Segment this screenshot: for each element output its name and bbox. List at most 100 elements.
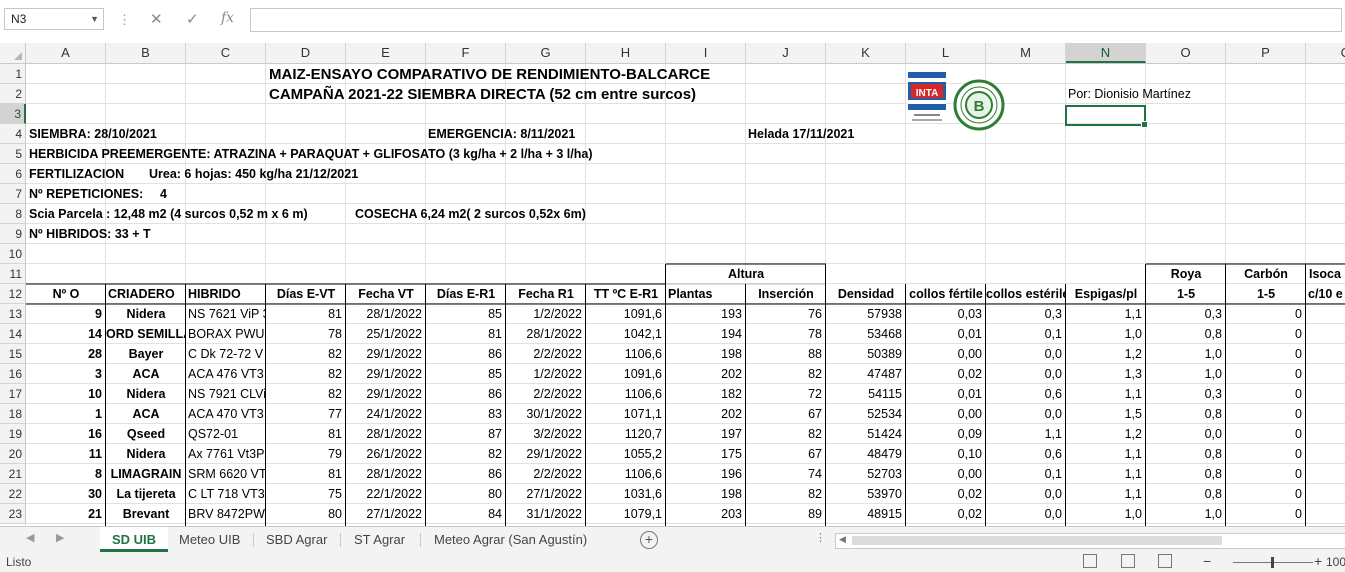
table-cell[interactable]: 81	[266, 304, 346, 324]
table-cell[interactable]: 47487	[826, 364, 906, 384]
page-break-icon[interactable]	[1158, 554, 1172, 568]
repeticiones-cell[interactable]: Nº REPETICIONES:	[29, 184, 143, 204]
table-cell[interactable]: 0,1	[986, 464, 1066, 484]
table-cell[interactable]: 0	[1226, 304, 1306, 324]
table-cell[interactable]	[1306, 404, 1345, 424]
col-header[interactable]: H	[586, 43, 666, 63]
cosecha-cell[interactable]: COSECHA 6,24 m2( 2 surcos 0,52x 6m)	[355, 204, 586, 224]
table-cell[interactable]: ACA	[106, 404, 186, 424]
table-cell[interactable]: 0	[1226, 364, 1306, 384]
table-cell[interactable]: 0,3	[986, 304, 1066, 324]
table-cell[interactable]: 28/1/2022	[506, 324, 586, 344]
table-cell[interactable]: C LT 718 VT3	[186, 484, 266, 504]
chevron-down-icon[interactable]: ▼	[90, 9, 99, 29]
row-header[interactable]: 6	[0, 164, 26, 184]
table-cell[interactable]: 29/1/2022	[346, 364, 426, 384]
table-cell[interactable]: NS 7621 ViP 3	[186, 304, 266, 324]
col-header[interactable]: M	[986, 43, 1066, 63]
table-cell[interactable]: 30	[26, 484, 106, 504]
header-cell[interactable]: Nº O	[26, 284, 106, 304]
row-header[interactable]: 9	[0, 224, 26, 244]
table-cell[interactable]	[1306, 484, 1345, 504]
header-cell[interactable]: Espigas/pl	[1066, 284, 1146, 304]
col-header-selected[interactable]: N	[1066, 43, 1146, 63]
table-cell[interactable]: 51424	[826, 424, 906, 444]
page-layout-icon[interactable]	[1121, 554, 1135, 568]
table-cell[interactable]: 1055,2	[586, 444, 666, 464]
table-cell[interactable]: 48479	[826, 444, 906, 464]
table-cell[interactable]: 1,2	[1066, 344, 1146, 364]
table-cell[interactable]: 24/1/2022	[346, 404, 426, 424]
table-cell[interactable]: 9	[26, 304, 106, 324]
table-cell[interactable]: ACA 476 VT3	[186, 364, 266, 384]
table-cell[interactable]: 1	[26, 404, 106, 424]
header-cell[interactable]: Inserción	[746, 284, 826, 304]
table-cell[interactable]: 0,0	[1146, 424, 1226, 444]
herbicida-cell[interactable]: HERBICIDA PREEMERGENTE: ATRAZINA + PARAQ…	[29, 144, 593, 164]
header-cell[interactable]: collos fértile	[906, 284, 986, 304]
header-cell[interactable]: 1-5	[1226, 284, 1306, 304]
col-header[interactable]: L	[906, 43, 986, 63]
table-cell[interactable]	[1306, 424, 1345, 444]
table-cell[interactable]: 2/2/2022	[506, 344, 586, 364]
header-cell[interactable]: Fecha R1	[506, 284, 586, 304]
add-sheet-icon[interactable]: +	[640, 531, 658, 549]
table-cell[interactable]: 1031,6	[586, 484, 666, 504]
tab-meteo-uib[interactable]: Meteo UIB	[167, 527, 252, 552]
table-cell[interactable]	[1306, 344, 1345, 364]
table-cell[interactable]: Ax 7761 Vt3P	[186, 444, 266, 464]
table-cell[interactable]: 31/1/2022	[506, 504, 586, 524]
table-cell[interactable]: QS72-01	[186, 424, 266, 444]
table-cell[interactable]: 3/2/2022	[506, 424, 586, 444]
tab-sbd-agrar[interactable]: SBD Agrar	[254, 527, 339, 552]
table-cell[interactable]: 1120,7	[586, 424, 666, 444]
tab-prev-icon[interactable]: ◀	[26, 531, 34, 544]
table-cell[interactable]: 1,0	[1066, 504, 1146, 524]
table-cell[interactable]: 0,0	[986, 404, 1066, 424]
table-cell[interactable]: 89	[746, 504, 826, 524]
table-cell[interactable]: 82	[426, 444, 506, 464]
table-cell[interactable]: 30/1/2022	[506, 404, 586, 424]
zoom-in-icon[interactable]: +	[1314, 553, 1322, 569]
col-header[interactable]: B	[106, 43, 186, 63]
col-header[interactable]: A	[26, 43, 106, 63]
normal-view-icon[interactable]	[1083, 554, 1097, 568]
header-cell[interactable]: Días E-R1	[426, 284, 506, 304]
table-cell[interactable]: 194	[666, 324, 746, 344]
table-cell[interactable]: 26/1/2022	[346, 444, 426, 464]
table-cell[interactable]: 182	[666, 384, 746, 404]
col-header[interactable]: P	[1226, 43, 1306, 63]
table-cell[interactable]: 2/2/2022	[506, 384, 586, 404]
table-cell[interactable]: 1,0	[1146, 364, 1226, 384]
table-cell[interactable]: Nidera	[106, 304, 186, 324]
col-header[interactable]: K	[826, 43, 906, 63]
hibridos-cell[interactable]: Nº HIBRIDOS: 33 + T	[29, 224, 151, 244]
col-header[interactable]: D	[266, 43, 346, 63]
table-cell[interactable]: 196	[666, 464, 746, 484]
table-cell[interactable]: 86	[426, 464, 506, 484]
header-cell[interactable]: c/10 e	[1306, 284, 1345, 304]
table-cell[interactable]: 10	[26, 384, 106, 404]
table-cell[interactable]: 82	[746, 484, 826, 504]
table-cell[interactable]: 85	[426, 364, 506, 384]
table-cell[interactable]	[1306, 384, 1345, 404]
table-cell[interactable]: BRV 8472PW	[186, 504, 266, 524]
table-cell[interactable]: 0,8	[1146, 324, 1226, 344]
repeticiones-value[interactable]: 4	[160, 184, 167, 204]
table-cell[interactable]: 0,0	[986, 484, 1066, 504]
emergencia-cell[interactable]: EMERGENCIA: 8/11/2021	[428, 124, 575, 144]
parcela-cell[interactable]: Scia Parcela : 12,48 m2 (4 surcos 0,52 m…	[29, 204, 308, 224]
header-cell[interactable]: Fecha VT	[346, 284, 426, 304]
table-cell[interactable]: 82	[746, 424, 826, 444]
table-cell[interactable]: 52703	[826, 464, 906, 484]
table-cell[interactable]: 27/1/2022	[346, 504, 426, 524]
fertilizacion-cell[interactable]: FERTILIZACION	[29, 164, 124, 184]
table-cell[interactable]: 76	[746, 304, 826, 324]
row-header[interactable]: 19	[0, 424, 26, 444]
table-cell[interactable]: 82	[266, 384, 346, 404]
carbon-header[interactable]: Carbón	[1226, 264, 1306, 284]
urea-cell[interactable]: Urea: 6 hojas: 450 kg/ha 21/12/2021	[149, 164, 358, 184]
table-cell[interactable]: 1106,6	[586, 464, 666, 484]
table-cell[interactable]: 81	[426, 324, 506, 344]
cancel-icon[interactable]: ✕	[150, 10, 163, 28]
